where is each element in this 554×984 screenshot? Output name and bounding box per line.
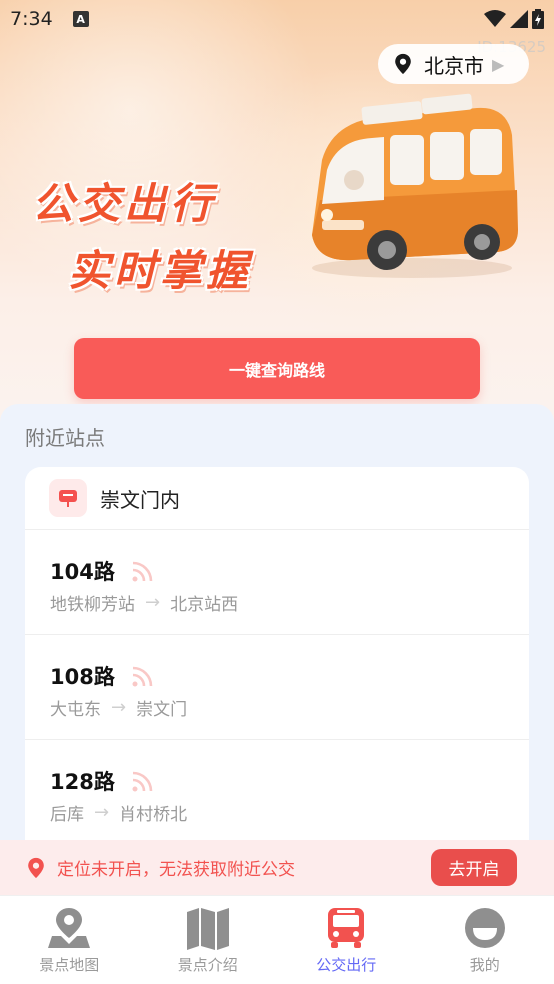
banner-line-1: 公交出行 [32, 179, 217, 228]
tab-scenic-intro[interactable]: 景点介绍 [139, 896, 278, 984]
arrow-right-icon: → [94, 802, 110, 823]
route-direction: 大屯东 → 崇文门 [50, 695, 529, 720]
status-bar: 7:34 A [0, 0, 554, 38]
banner-line-2: 实时掌握 [68, 246, 253, 295]
route-to: 崇文门 [136, 700, 188, 720]
route-name: 128路 [50, 770, 115, 794]
text-a-icon: A [72, 11, 89, 27]
realtime-signal-icon [132, 666, 153, 687]
tab-profile[interactable]: 我的 [416, 896, 554, 984]
chevron-right-icon: ▶ [492, 54, 505, 74]
tab-label: 景点介绍 [177, 956, 238, 974]
realtime-signal-icon [132, 561, 153, 582]
arrow-right-icon: → [145, 592, 161, 613]
profile-icon [462, 906, 508, 950]
map-pin-icon [46, 906, 92, 950]
status-time: 7:34 [10, 8, 53, 30]
realtime-signal-icon [132, 771, 153, 792]
route-item[interactable]: 108路 大屯东 → 崇文门 [25, 635, 529, 740]
nearby-section: 附近站点 崇文门内 104路 地铁柳芳站 → 北京站西 108路 大屯东 → 崇… [0, 404, 554, 904]
tab-scenic-map[interactable]: 景点地图 [0, 896, 139, 984]
bus-stop-icon [49, 479, 87, 517]
location-pin-icon [28, 857, 44, 878]
tab-label: 我的 [469, 956, 500, 974]
route-direction: 后库 → 肖村桥北 [50, 800, 529, 825]
route-from: 大屯东 [50, 700, 101, 720]
tab-label: 景点地图 [39, 956, 100, 974]
route-name: 104路 [50, 560, 115, 584]
nearby-title: 附近站点 [25, 426, 105, 450]
bottom-tab-bar: 景点地图 景点介绍 公交出行 我的 [0, 895, 554, 984]
location-notice-text: 定位未开启，无法获取附近公交 [57, 860, 295, 880]
banner-headline: 公交出行 实时掌握 [32, 170, 252, 298]
status-icons [484, 9, 544, 29]
wifi-icon [484, 10, 506, 27]
location-pin-icon [395, 53, 411, 75]
enable-location-button[interactable]: 去开启 [431, 849, 517, 886]
stop-card: 崇文门内 104路 地铁柳芳站 → 北京站西 108路 大屯东 → 崇文门 12… [25, 467, 529, 887]
route-item[interactable]: 128路 后库 → 肖村桥北 [25, 740, 529, 845]
stop-name: 崇文门内 [100, 487, 180, 512]
route-name: 108路 [50, 665, 115, 689]
bus-icon [323, 906, 369, 950]
signal-icon [510, 10, 528, 28]
stop-header[interactable]: 崇文门内 [25, 467, 529, 530]
route-to: 北京站西 [170, 595, 239, 615]
city-name: 北京市 [424, 53, 484, 78]
route-from: 后库 [50, 805, 84, 825]
route-from: 地铁柳芳站 [50, 595, 135, 615]
route-item[interactable]: 104路 地铁柳芳站 → 北京站西 [25, 530, 529, 635]
tab-bus-travel[interactable]: 公交出行 [277, 896, 416, 984]
hero-banner: 7:34 A ID:13625 北京市 ▶ 公交出行 实时掌握 [0, 0, 554, 430]
location-disabled-notice: 定位未开启，无法获取附近公交 去开启 [0, 840, 554, 895]
arrow-right-icon: → [111, 697, 127, 718]
battery-icon [532, 9, 544, 29]
bus-illustration [312, 93, 518, 278]
query-route-button[interactable]: 一键查询路线 [74, 338, 480, 399]
book-icon [185, 906, 231, 950]
city-selector[interactable]: 北京市 ▶ [378, 44, 529, 84]
tab-label: 公交出行 [316, 956, 377, 974]
route-to: 肖村桥北 [119, 805, 188, 825]
route-direction: 地铁柳芳站 → 北京站西 [50, 590, 529, 615]
